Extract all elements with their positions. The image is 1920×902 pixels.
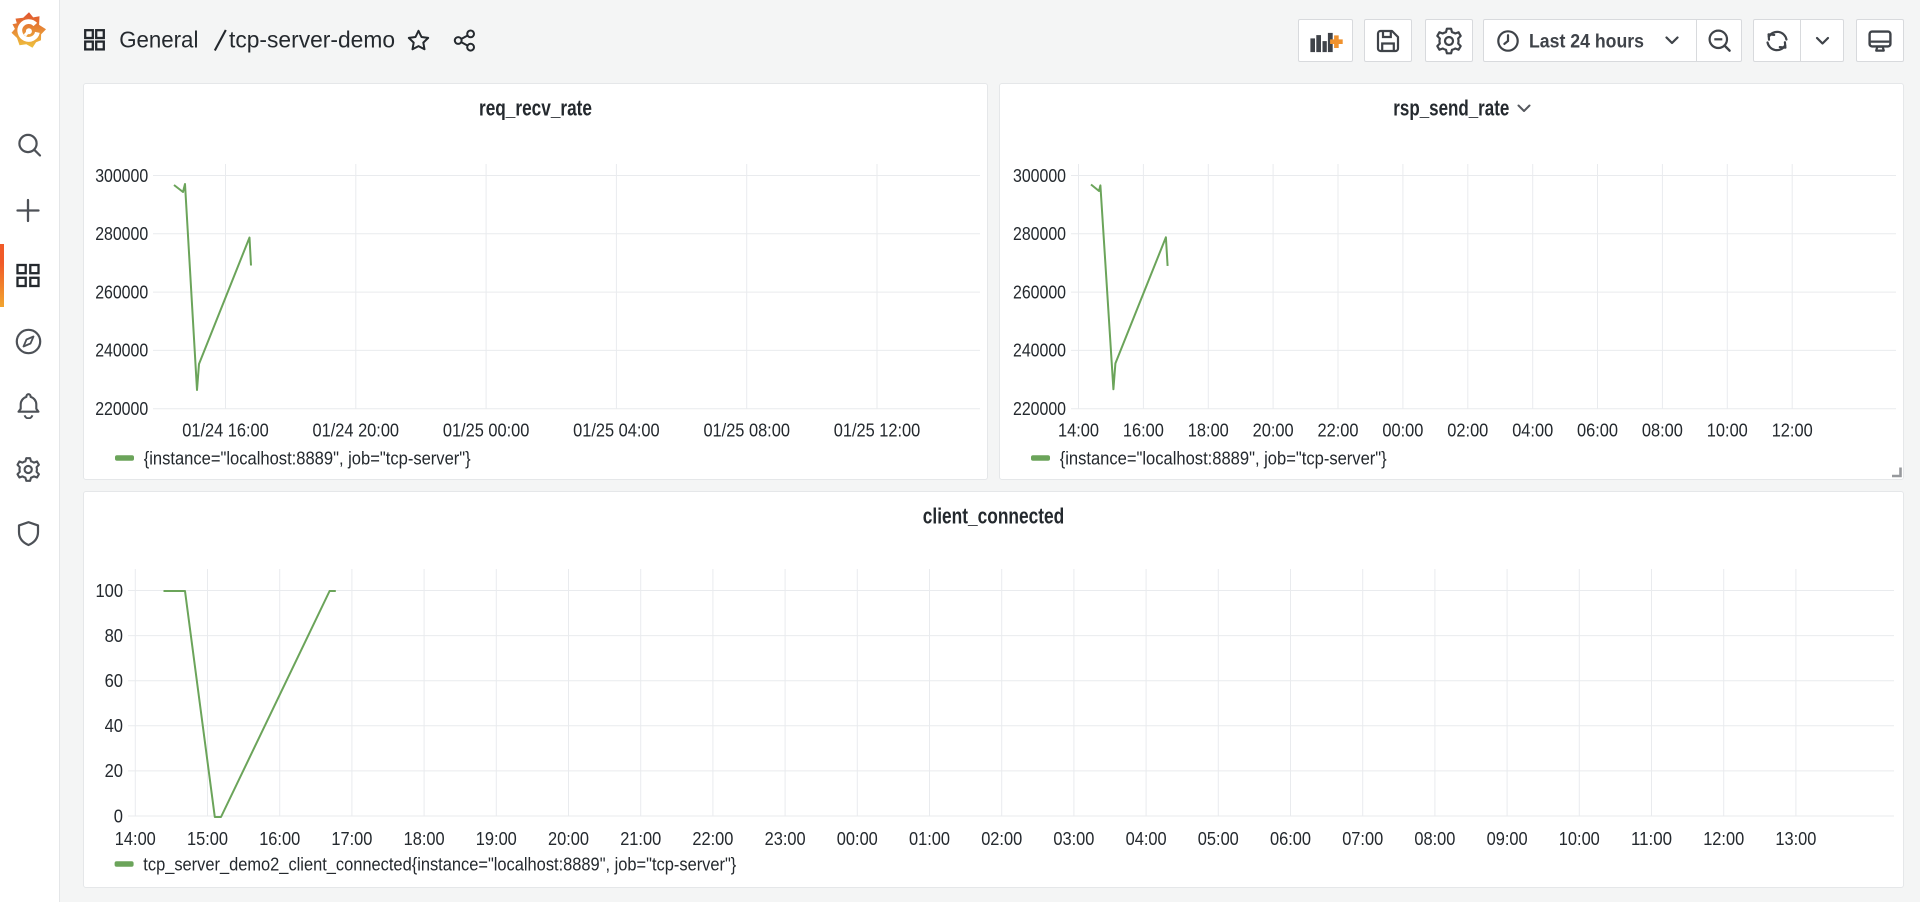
svg-text:01/24 16:00: 01/24 16:00 — [182, 420, 269, 440]
svg-text:04:00: 04:00 — [1512, 420, 1553, 440]
svg-text:07:00: 07:00 — [1342, 829, 1383, 849]
svg-text:15:00: 15:00 — [187, 829, 228, 849]
svg-text:19:00: 19:00 — [476, 829, 517, 849]
svg-text:05:00: 05:00 — [1198, 829, 1239, 849]
svg-text:req_recv_rate: req_recv_rate — [479, 96, 592, 121]
svg-text:14:00: 14:00 — [115, 829, 156, 849]
svg-text:04:00: 04:00 — [1126, 829, 1167, 849]
svg-text:06:00: 06:00 — [1270, 829, 1311, 849]
svg-text:13:00: 13:00 — [1775, 829, 1816, 849]
svg-text:14:00: 14:00 — [1058, 420, 1099, 440]
svg-text:01/25 08:00: 01/25 08:00 — [703, 420, 790, 440]
svg-text:100: 100 — [96, 581, 124, 601]
svg-text:00:00: 00:00 — [1382, 420, 1423, 440]
svg-text:06:00: 06:00 — [1577, 420, 1618, 440]
svg-text:01/24 20:00: 01/24 20:00 — [313, 420, 400, 440]
svg-text:10:00: 10:00 — [1559, 829, 1600, 849]
svg-text:20:00: 20:00 — [1253, 420, 1294, 440]
svg-text:08:00: 08:00 — [1642, 420, 1683, 440]
svg-text:03:00: 03:00 — [1053, 829, 1094, 849]
svg-text:0: 0 — [114, 806, 123, 826]
svg-text:280000: 280000 — [1013, 224, 1066, 244]
svg-text:300000: 300000 — [95, 166, 148, 186]
svg-text:02:00: 02:00 — [981, 829, 1022, 849]
svg-text:22:00: 22:00 — [692, 829, 733, 849]
svg-text:20: 20 — [105, 761, 123, 781]
svg-text:260000: 260000 — [95, 282, 148, 302]
svg-text:{instance="localhost:8889", jo: {instance="localhost:8889", job="tcp-ser… — [1060, 448, 1387, 469]
svg-text:tcp_server_demo2_client_connec: tcp_server_demo2_client_connected{instan… — [143, 854, 736, 876]
svg-text:rsp_send_rate: rsp_send_rate — [1393, 96, 1509, 121]
svg-text:20:00: 20:00 — [548, 829, 589, 849]
svg-text:80: 80 — [105, 626, 123, 646]
svg-text:01/25 04:00: 01/25 04:00 — [573, 420, 660, 440]
svg-text:02:00: 02:00 — [1447, 420, 1488, 440]
svg-text:{instance="localhost:8889", jo: {instance="localhost:8889", job="tcp-ser… — [144, 448, 471, 469]
svg-text:09:00: 09:00 — [1487, 829, 1528, 849]
svg-text:General: General — [119, 27, 198, 53]
svg-text:220000: 220000 — [1013, 399, 1066, 419]
svg-text:tcp-server-demo: tcp-server-demo — [229, 27, 395, 53]
svg-text:240000: 240000 — [95, 341, 148, 361]
svg-text:00:00: 00:00 — [837, 829, 878, 849]
svg-text:22:00: 22:00 — [1318, 420, 1359, 440]
svg-text:60: 60 — [105, 671, 123, 691]
svg-text:10:00: 10:00 — [1707, 420, 1748, 440]
svg-text:300000: 300000 — [1013, 166, 1066, 186]
svg-text:18:00: 18:00 — [404, 829, 445, 849]
svg-text:220000: 220000 — [95, 399, 148, 419]
svg-text:11:00: 11:00 — [1631, 829, 1672, 849]
svg-text:280000: 280000 — [95, 224, 148, 244]
svg-text:12:00: 12:00 — [1772, 420, 1813, 440]
svg-text:01/25 00:00: 01/25 00:00 — [443, 420, 529, 440]
svg-text:Last 24 hours: Last 24 hours — [1529, 30, 1644, 52]
svg-text:260000: 260000 — [1013, 282, 1066, 302]
svg-text:40: 40 — [105, 716, 123, 736]
svg-text:01:00: 01:00 — [909, 829, 950, 849]
svg-text:01/25 12:00: 01/25 12:00 — [834, 420, 921, 440]
svg-text:18:00: 18:00 — [1188, 420, 1229, 440]
svg-text:23:00: 23:00 — [765, 829, 806, 849]
svg-text:client_connected: client_connected — [923, 504, 1065, 529]
svg-text:08:00: 08:00 — [1414, 829, 1455, 849]
svg-text:16:00: 16:00 — [259, 829, 300, 849]
svg-text:12:00: 12:00 — [1703, 829, 1744, 849]
svg-text:16:00: 16:00 — [1123, 420, 1164, 440]
svg-text:240000: 240000 — [1013, 341, 1066, 361]
svg-text:21:00: 21:00 — [620, 829, 661, 849]
svg-text:17:00: 17:00 — [331, 829, 372, 849]
